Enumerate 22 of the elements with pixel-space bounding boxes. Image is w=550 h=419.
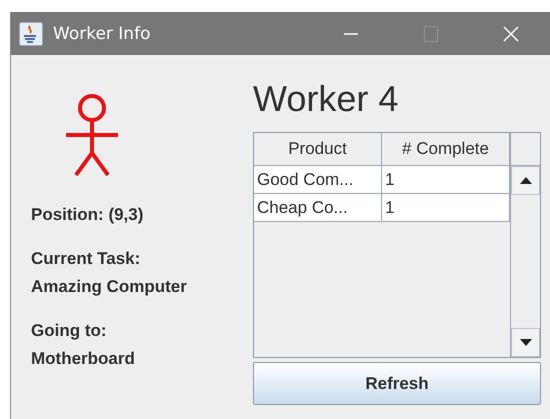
maximize-icon <box>422 26 440 42</box>
scroll-up-button[interactable] <box>511 166 540 195</box>
close-icon <box>502 26 520 42</box>
column-header[interactable]: # Complete <box>382 133 510 166</box>
coffee-cup-icon <box>19 22 43 46</box>
down-arrow-icon <box>520 339 532 346</box>
info-text: Going to: <box>31 320 108 342</box>
info-text: Amazing Computer <box>31 276 188 298</box>
scroll-down-button[interactable] <box>511 328 540 357</box>
info-text: Position: (9,3) <box>31 204 144 226</box>
table-cell: Cheap Co... <box>254 194 382 222</box>
table-cell: 1 <box>382 194 510 222</box>
info-text: Motherboard <box>31 348 136 370</box>
column-header[interactable]: Product <box>254 133 382 166</box>
worker-heading: Worker 4 <box>253 77 400 121</box>
minimize-icon <box>342 32 360 34</box>
up-arrow-icon <box>520 177 532 184</box>
window-title: Worker Info <box>53 24 152 44</box>
info-text: Current Task: <box>31 248 142 270</box>
refresh-button[interactable]: Refresh <box>253 362 541 405</box>
table-cell: 1 <box>382 166 510 194</box>
table-cell: Good Com... <box>254 166 382 194</box>
